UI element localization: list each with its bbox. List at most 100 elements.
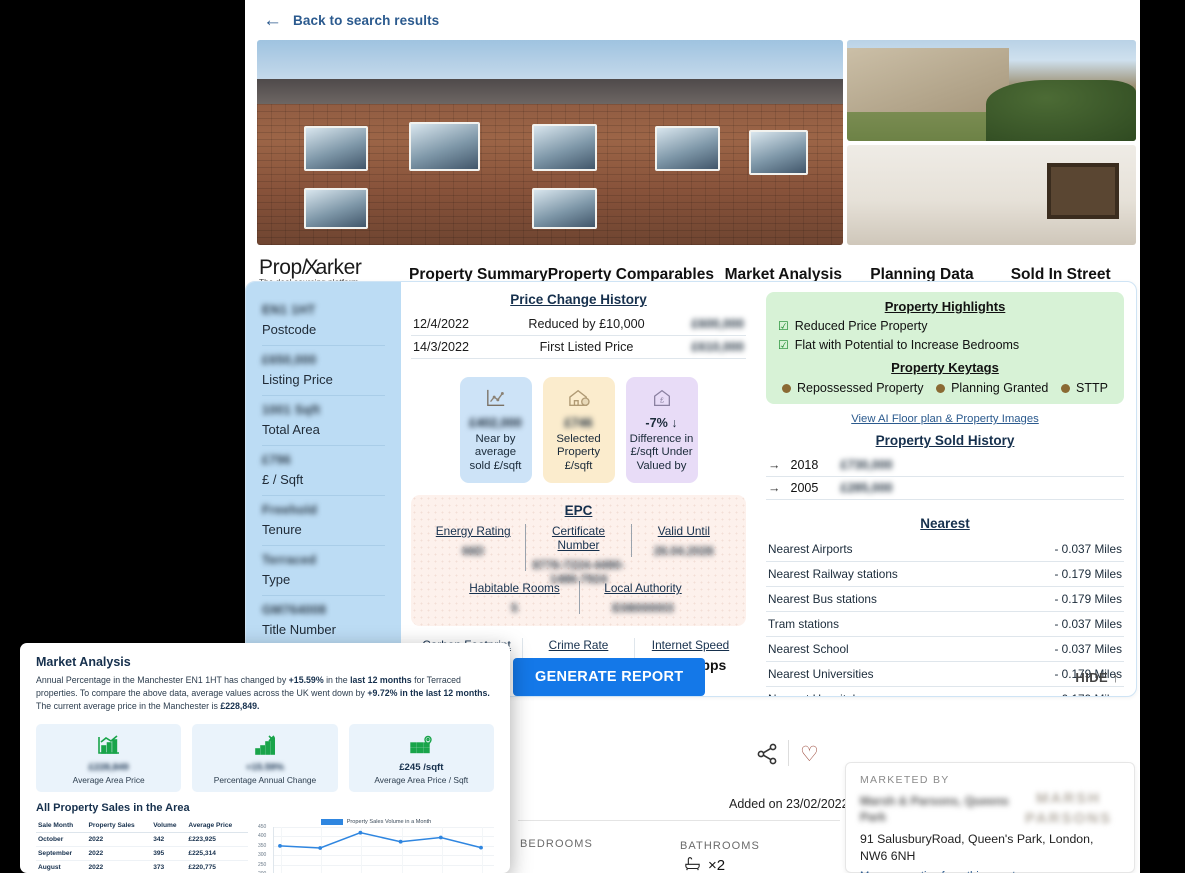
sold-history-title: Property Sold History bbox=[875, 433, 1015, 448]
nearest-label: Nearest Bus stations bbox=[768, 592, 877, 606]
added-on-label: Added on 23/02/2022 bbox=[729, 797, 849, 811]
fact-label: Tenure bbox=[262, 522, 302, 537]
fact-price-per-sqft: £796 £ / Sqft bbox=[262, 446, 385, 496]
highlight-label: Flat with Potential to Increase Bedrooms bbox=[794, 338, 1020, 352]
fact-label: Total Area bbox=[262, 422, 320, 437]
chart-plot-area: 45040035030025020015010050 bbox=[258, 824, 494, 873]
stat-value: £402,000 bbox=[469, 416, 522, 430]
fact-title-number: GM764008 Title Number bbox=[262, 596, 385, 646]
chart-scatter-icon bbox=[464, 385, 528, 411]
check-circle-icon: ☑ bbox=[778, 338, 789, 352]
sold-year: 2018 bbox=[790, 458, 819, 472]
cell-year: 2022 bbox=[86, 846, 152, 862]
epc-local-authority: Local Authority E08000003 bbox=[578, 581, 707, 616]
logo-name-2: arker bbox=[315, 256, 362, 279]
legend-label: Property Sales Volume in a Month bbox=[346, 818, 432, 825]
property-highlights-panel: Property Highlights ☑ Reduced Price Prop… bbox=[766, 292, 1124, 404]
fact-type: Terraced Type bbox=[262, 546, 385, 596]
arrow-left-icon: ← bbox=[263, 9, 282, 31]
fact-postcode: EN1 1HT Postcode bbox=[262, 296, 385, 346]
stat-label: Crime Rate bbox=[548, 638, 609, 653]
back-to-search-results[interactable]: ← Back to search results bbox=[245, 0, 1140, 40]
fact-label: £ / Sqft bbox=[262, 472, 304, 487]
desc-bold: +9.72% in the last 12 months. bbox=[367, 688, 490, 699]
cell-price: £225,314 bbox=[186, 846, 248, 862]
stat-label: Near by average sold £/sqft bbox=[469, 433, 522, 472]
ma-card-label: Average Area Price bbox=[72, 774, 145, 785]
price-change-desc: First Listed Price bbox=[539, 340, 634, 354]
fact-value: Terraced bbox=[262, 553, 317, 567]
price-change-history-title: Price Change History bbox=[510, 292, 647, 307]
nearest-title: Nearest bbox=[920, 516, 970, 531]
gallery-photo-garden[interactable] bbox=[847, 40, 1136, 141]
highlights-title: Property Highlights bbox=[884, 299, 1006, 314]
ma-card-value: +15.59% bbox=[245, 761, 285, 773]
gallery-main-photo[interactable] bbox=[257, 40, 843, 245]
heart-icon[interactable]: ♡ bbox=[800, 742, 819, 767]
sold-year: 2005 bbox=[790, 481, 819, 495]
summary-middle-column: Price Change History 12/4/2022 Reduced b… bbox=[401, 282, 756, 696]
epc-value: 26.04.2026 bbox=[653, 544, 714, 559]
lower-divider bbox=[518, 820, 840, 821]
market-analysis-cards: £228,849 Average Area Price +15.59% Perc… bbox=[36, 723, 494, 792]
sold-amount: £730,000 bbox=[840, 458, 893, 472]
epc-row-2: Habitable Rooms 5 Local Authority E08000… bbox=[421, 581, 736, 616]
stat-value: -7% ↓ bbox=[630, 416, 694, 430]
svg-text:£: £ bbox=[659, 396, 663, 405]
nearest-row: Nearest Airports - 0.037 Miles bbox=[766, 537, 1124, 562]
fact-label: Type bbox=[262, 572, 291, 587]
keytag-label: Repossessed Property bbox=[797, 381, 924, 395]
epc-value: 66D bbox=[462, 544, 485, 559]
price-per-sqft-icon bbox=[353, 732, 490, 758]
fact-tenure: Freehold Tenure bbox=[262, 496, 385, 546]
chart-legend: Property Sales Volume in a Month bbox=[258, 818, 494, 825]
screenshot-root: ← Back to search results Prop/Xarker Pro… bbox=[0, 0, 1185, 873]
nearest-label: Nearest Railway stations bbox=[768, 567, 898, 581]
ma-card-percentage-annual-change: +15.59% Percentage Annual Change bbox=[192, 723, 338, 792]
ma-card-average-area-price: £228,849 Average Area Price bbox=[36, 723, 182, 792]
share-icon[interactable] bbox=[755, 742, 779, 771]
cell-volume: 373 bbox=[151, 860, 187, 873]
col-volume: Volume bbox=[151, 818, 187, 833]
property-gallery bbox=[245, 40, 1140, 245]
agent-logo-line2: PARSONS bbox=[1024, 810, 1113, 828]
chart-line bbox=[278, 830, 483, 850]
col-property-sales: Property Sales bbox=[86, 818, 152, 833]
price-change-date: 14/3/2022 bbox=[413, 340, 470, 354]
check-circle-icon: ☑ bbox=[778, 319, 789, 333]
down-arrow-icon: ↓ bbox=[671, 416, 678, 430]
epc-value: E08000003 bbox=[612, 601, 674, 616]
market-analysis-description: Annual Percentage in the Manchester EN1 … bbox=[36, 674, 494, 714]
logo-name-1: Prop bbox=[259, 256, 302, 279]
sold-amount: £285,000 bbox=[840, 481, 893, 495]
cell-month: October bbox=[36, 832, 87, 847]
nearest-value: - 0.179 Miles bbox=[1054, 592, 1122, 606]
marketed-by-card: MARKETED BY Marsh & Parsons, Queens Park… bbox=[845, 762, 1135, 873]
agent-logo-line1: MARSH bbox=[1036, 790, 1101, 807]
generate-report-button[interactable]: GENERATE REPORT bbox=[513, 658, 706, 696]
price-change-date: 12/4/2022 bbox=[413, 317, 470, 331]
epc-row-1: Energy Rating 66D Certificate Number 877… bbox=[421, 524, 736, 586]
bathrooms-count: ×2 bbox=[708, 857, 726, 873]
bathrooms-value-row: ×2 bbox=[684, 856, 725, 873]
desc-part: The current average price in the Manches… bbox=[36, 701, 221, 712]
bedrooms-label: BEDROOMS bbox=[520, 838, 593, 850]
chart-y-tick: 300 bbox=[258, 852, 267, 859]
property-sales-table: Sale Month Property Sales Volume Average… bbox=[36, 818, 248, 873]
epc-title: EPC bbox=[564, 503, 593, 519]
gallery-photo-interior[interactable] bbox=[847, 144, 1136, 245]
view-ai-floorplan-link[interactable]: View AI Floor plan & Property Images bbox=[766, 413, 1124, 425]
epc-value: 5 bbox=[511, 601, 518, 616]
stat-label: Selected Property £/sqft bbox=[556, 433, 601, 472]
ma-card-average-price-per-sqft: £245 /sqft Average Area Price / Sqft bbox=[348, 723, 494, 792]
fact-value: £650,000 bbox=[262, 353, 317, 367]
epc-valid-until: Valid Until 26.04.2026 bbox=[630, 524, 736, 559]
fact-value: GM764008 bbox=[262, 603, 327, 617]
nearest-label: Nearest School bbox=[768, 642, 849, 656]
nearest-value: - 0.037 Miles bbox=[1054, 642, 1122, 656]
bathrooms-label: BATHROOMS bbox=[680, 840, 760, 852]
stat-card-selected-property: £746 Selected Property £/sqft bbox=[542, 377, 615, 484]
house-price-icon bbox=[547, 385, 611, 411]
hide-button[interactable]: HIDE ↑ bbox=[1075, 670, 1119, 685]
table-row: September 2022 395 £225,314 bbox=[36, 846, 248, 862]
